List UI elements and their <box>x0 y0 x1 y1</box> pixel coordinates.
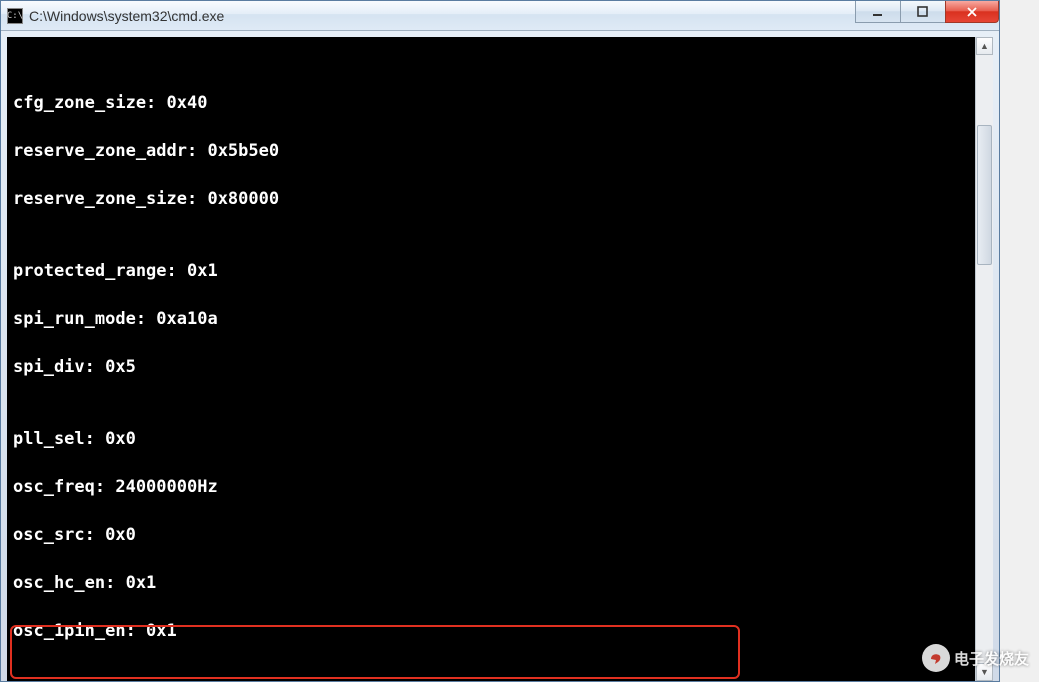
close-icon <box>965 5 979 19</box>
window-titlebar[interactable]: C:\ C:\Windows\system32\cmd.exe <box>1 1 999 31</box>
term-line: osc_hc_en: 0x1 <box>13 571 991 595</box>
scroll-track[interactable] <box>976 55 993 663</box>
term-line: pll_sel: 0x0 <box>13 427 991 451</box>
maximize-button[interactable] <box>900 1 946 23</box>
close-button[interactable] <box>945 1 999 23</box>
term-line: cfg_zone_size: 0x40 <box>13 91 991 115</box>
term-line: protected_range: 0x1 <box>13 259 991 283</box>
scroll-up-button[interactable]: ▲ <box>976 37 993 55</box>
window-title: C:\Windows\system32\cmd.exe <box>29 8 224 24</box>
window-controls <box>856 1 999 23</box>
term-line: spi_div: 0x5 <box>13 355 991 379</box>
window-icon: C:\ <box>7 8 23 24</box>
terminal-output[interactable]: cfg_zone_size: 0x40 reserve_zone_addr: 0… <box>7 37 993 681</box>
maximize-icon <box>916 5 930 19</box>
window-icon-text: C:\ <box>7 11 23 21</box>
chevron-up-icon: ▲ <box>980 41 989 51</box>
term-line: osc_1pin_en: 0x1 <box>13 619 991 643</box>
term-line: reserve_zone_size: 0x80000 <box>13 187 991 211</box>
vertical-scrollbar[interactable]: ▲ ▼ <box>975 37 993 681</box>
minimize-button[interactable] <box>855 1 901 23</box>
term-line: osc_freq: 24000000Hz <box>13 475 991 499</box>
term-line: reserve_zone_addr: 0x5b5e0 <box>13 139 991 163</box>
minimize-icon <box>871 5 885 19</box>
cmd-window: C:\ C:\Windows\system32\cmd.exe cfg_zone… <box>0 0 1000 682</box>
chevron-down-icon: ▼ <box>980 667 989 677</box>
scroll-down-button[interactable]: ▼ <box>976 663 993 681</box>
term-line: osc_src: 0x0 <box>13 523 991 547</box>
scroll-thumb[interactable] <box>977 125 992 265</box>
term-line: spi_run_mode: 0xa10a <box>13 307 991 331</box>
